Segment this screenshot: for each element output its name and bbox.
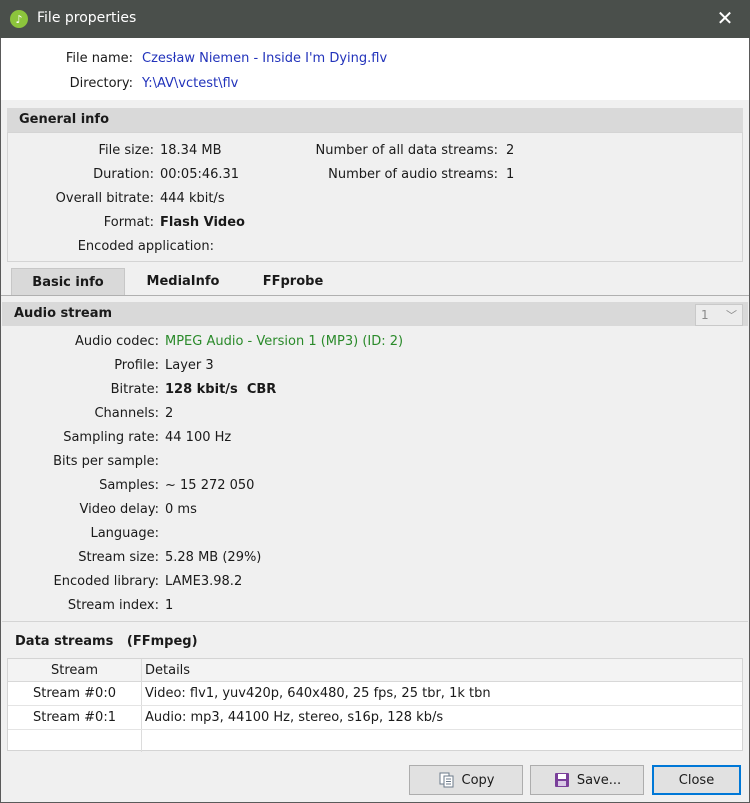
file-name-label: File name: bbox=[65, 51, 133, 66]
samples-label: Samples: bbox=[99, 478, 159, 493]
music-note-icon: ♪ bbox=[10, 10, 28, 28]
copy-button[interactable]: Copy bbox=[409, 765, 523, 795]
dialog-body: File name: Czesław Niemen - Inside I'm D… bbox=[0, 38, 750, 803]
encoded-library-label: Encoded library: bbox=[53, 574, 159, 589]
table-row-stream[interactable]: Stream #0:0 bbox=[8, 682, 141, 705]
close-icon[interactable]: ✕ bbox=[712, 6, 738, 32]
window-title: File properties bbox=[37, 10, 137, 26]
copy-icon bbox=[439, 772, 453, 788]
profile-value: Layer 3 bbox=[165, 358, 214, 373]
column-header-details[interactable]: Details bbox=[145, 659, 190, 682]
file-header: File name: Czesław Niemen - Inside I'm D… bbox=[1, 38, 749, 100]
sampling-rate-label: Sampling rate: bbox=[63, 430, 159, 445]
audio-codec-value: MPEG Audio - Version 1 (MP3) (ID: 2) bbox=[165, 334, 404, 349]
language-label: Language: bbox=[90, 526, 159, 541]
stream-size-label: Stream size: bbox=[78, 550, 159, 565]
copy-button-label: Copy bbox=[461, 772, 495, 788]
tab-ffprobe[interactable]: FFprobe bbox=[245, 268, 341, 295]
video-delay-label: Video delay: bbox=[79, 502, 159, 517]
audio-stream-panel: Audio codec: MPEG Audio - Version 1 (MP3… bbox=[2, 326, 748, 622]
format-value: Flash Video bbox=[160, 215, 245, 230]
audio-streams-count-label: Number of audio streams: bbox=[328, 167, 498, 182]
duration-label: Duration: bbox=[93, 167, 154, 182]
general-info-heading: General info bbox=[7, 108, 743, 132]
video-delay-value: 0 ms bbox=[165, 502, 197, 517]
channels-label: Channels: bbox=[94, 406, 159, 421]
row-divider bbox=[8, 729, 742, 730]
file-size-value: 18.34 MB bbox=[160, 143, 222, 158]
column-header-stream[interactable]: Stream bbox=[8, 659, 141, 682]
duration-value: 00:05:46.31 bbox=[160, 167, 240, 182]
file-name-value[interactable]: Czesław Niemen - Inside I'm Dying.flv bbox=[142, 51, 387, 66]
encoded-application-label: Encoded application: bbox=[77, 239, 214, 254]
sampling-rate-value: 44 100 Hz bbox=[165, 430, 232, 445]
profile-label: Profile: bbox=[114, 358, 159, 373]
floppy-disk-icon bbox=[554, 773, 569, 787]
tab-mediainfo[interactable]: MediaInfo bbox=[131, 268, 235, 295]
data-streams-count-value: 2 bbox=[506, 143, 515, 158]
bits-per-sample-label: Bits per sample: bbox=[53, 454, 159, 469]
close-button[interactable]: Close bbox=[652, 765, 741, 795]
stream-selector-value: 1 bbox=[701, 308, 709, 322]
overall-bitrate-label: Overall bitrate: bbox=[55, 191, 154, 206]
tab-basic-info[interactable]: Basic info bbox=[11, 268, 125, 295]
data-streams-heading: Data streams (FFmpeg) bbox=[15, 634, 198, 649]
data-streams-table: Stream Details Stream #0:0 Video: flv1, … bbox=[7, 658, 743, 752]
stream-selector[interactable]: 1 ﹀ bbox=[695, 304, 743, 326]
save-button[interactable]: Save... bbox=[530, 765, 644, 795]
encoded-library-value: LAME3.98.2 bbox=[165, 574, 243, 589]
table-row-details[interactable]: Audio: mp3, 44100 Hz, stereo, s16p, 128 … bbox=[145, 706, 443, 729]
audio-codec-label: Audio codec: bbox=[75, 334, 159, 349]
save-button-label: Save... bbox=[576, 772, 622, 788]
tab-bar: Basic info MediaInfo FFprobe bbox=[1, 266, 749, 296]
audio-streams-count-value: 1 bbox=[506, 167, 515, 182]
stream-size-value: 5.28 MB (29%) bbox=[165, 550, 262, 565]
bitrate-value: 128 kbit/s CBR bbox=[165, 382, 277, 397]
audio-stream-heading: Audio stream bbox=[2, 302, 748, 326]
file-size-label: File size: bbox=[98, 143, 154, 158]
samples-value: ~ 15 272 050 bbox=[165, 478, 255, 493]
stream-index-label: Stream index: bbox=[67, 598, 159, 613]
chevron-down-icon: ﹀ bbox=[726, 309, 737, 322]
format-label: Format: bbox=[103, 215, 154, 230]
close-button-label: Close bbox=[678, 772, 715, 788]
table-row-details[interactable]: Video: flv1, yuv420p, 640x480, 25 fps, 2… bbox=[145, 682, 491, 705]
directory-value[interactable]: Y:\AV\vctest\flv bbox=[142, 76, 238, 91]
bitrate-label: Bitrate: bbox=[110, 382, 159, 397]
channels-value: 2 bbox=[165, 406, 174, 421]
stream-index-value: 1 bbox=[165, 598, 174, 613]
directory-label: Directory: bbox=[69, 76, 133, 91]
general-info-panel: File size: 18.34 MB Duration: 00:05:46.3… bbox=[7, 132, 743, 262]
data-streams-count-label: Number of all data streams: bbox=[315, 143, 498, 158]
overall-bitrate-value: 444 kbit/s bbox=[160, 191, 225, 206]
title-bar: ♪ File properties ✕ bbox=[0, 0, 750, 38]
table-row-stream[interactable]: Stream #0:1 bbox=[8, 706, 141, 729]
